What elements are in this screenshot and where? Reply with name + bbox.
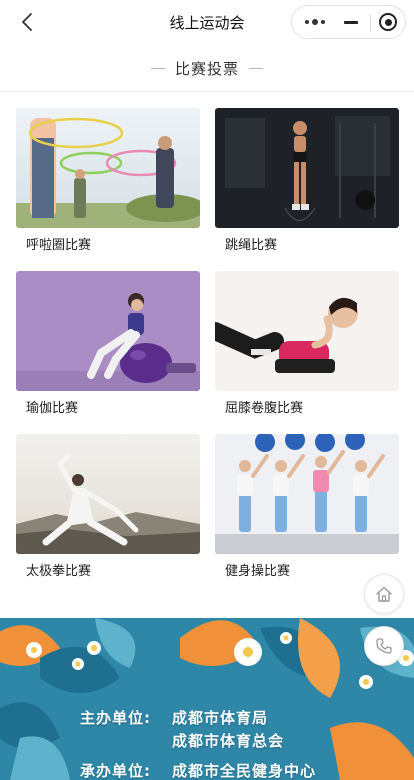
more-dots-icon bbox=[305, 19, 325, 25]
close-button[interactable] bbox=[369, 6, 407, 38]
competition-card-crunches[interactable]: 屈膝卷腹比赛 bbox=[215, 271, 399, 416]
yoga-ball-photo bbox=[16, 271, 200, 391]
competition-label: 呼啦圈比赛 bbox=[26, 238, 92, 253]
competition-label: 健身操比赛 bbox=[225, 564, 291, 579]
competition-label: 瑜伽比赛 bbox=[26, 401, 79, 416]
host-label: 承办单位: bbox=[80, 762, 151, 780]
target-circle-icon bbox=[379, 13, 397, 31]
section-title: 比赛投票 bbox=[174, 59, 239, 78]
host-line: 承办单位: 成都市全民健身中心 bbox=[80, 760, 316, 780]
competition-card-hula-hoop[interactable]: 呼啦圈比赛 bbox=[16, 108, 200, 253]
organizer-label: 主办单位: bbox=[80, 709, 151, 727]
heading-line-right bbox=[249, 67, 263, 69]
minimize-button[interactable] bbox=[332, 6, 370, 38]
jump-rope-photo bbox=[215, 108, 399, 228]
competition-card-tai-chi[interactable]: 太极拳比赛 bbox=[16, 434, 200, 579]
organizer-name-1: 成都市体育局 bbox=[172, 709, 269, 727]
competition-card-jump-rope[interactable]: 跳绳比赛 bbox=[215, 108, 399, 253]
organizer-line-2: 成都市体育总会 bbox=[172, 730, 284, 751]
more-button[interactable] bbox=[296, 6, 334, 38]
competition-label: 跳绳比赛 bbox=[225, 238, 278, 253]
organizer-banner: 主办单位: 成都市体育局 成都市体育总会 承办单位: 成都市全民健身中心 bbox=[0, 618, 414, 780]
host-name-1: 成都市全民健身中心 bbox=[172, 762, 317, 780]
competition-label: 屈膝卷腹比赛 bbox=[225, 401, 304, 416]
organizer-name-2: 成都市体育总会 bbox=[172, 732, 285, 750]
navbar: 线上运动会 bbox=[0, 0, 414, 44]
floral-banner-background bbox=[0, 618, 414, 780]
phone-button[interactable] bbox=[364, 626, 404, 666]
divider bbox=[0, 91, 414, 92]
competition-card-yoga[interactable]: 瑜伽比赛 bbox=[16, 271, 200, 416]
competition-card-aerobics[interactable]: 健身操比赛 bbox=[215, 434, 399, 579]
aerobics-photo bbox=[215, 434, 399, 554]
crunch-photo bbox=[215, 271, 399, 391]
minus-icon bbox=[344, 20, 358, 24]
mini-program-capsule bbox=[291, 5, 406, 39]
home-button[interactable] bbox=[364, 574, 404, 614]
competition-label: 太极拳比赛 bbox=[26, 564, 92, 579]
organizer-line: 主办单位: 成都市体育局 bbox=[80, 707, 268, 728]
phone-icon bbox=[376, 638, 392, 654]
hula-hoop-photo bbox=[16, 108, 200, 228]
section-heading: 比赛投票 bbox=[0, 56, 414, 80]
home-icon bbox=[376, 586, 392, 602]
heading-line-left bbox=[150, 67, 165, 69]
tai-chi-photo bbox=[16, 434, 200, 554]
